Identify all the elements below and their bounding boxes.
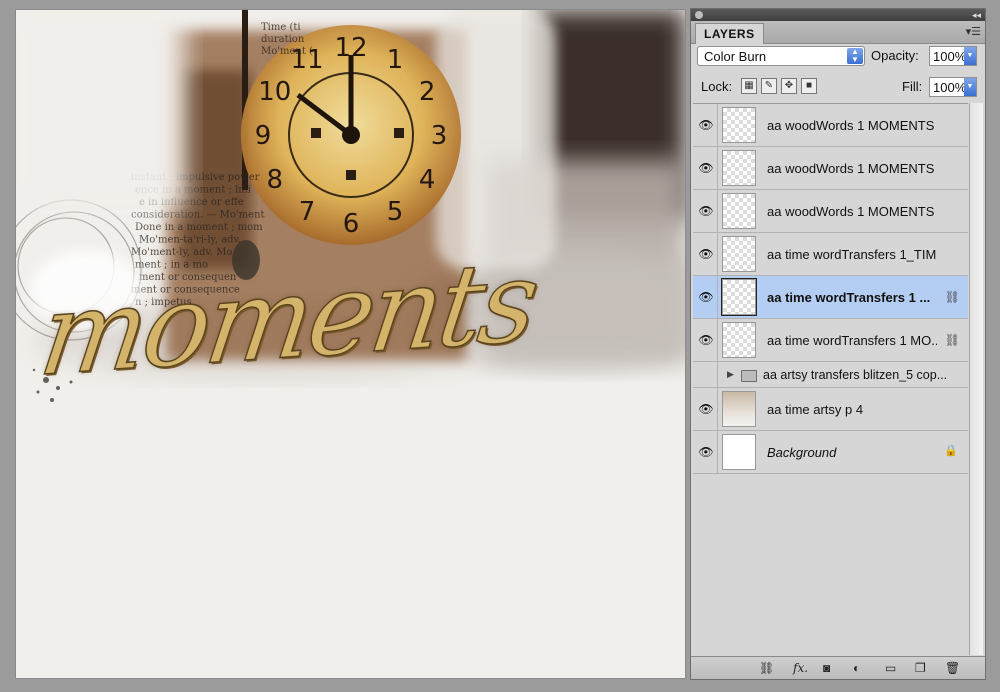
eye-icon[interactable]: 👁 (695, 276, 718, 318)
eye-icon[interactable]: 👁 (695, 147, 718, 189)
lock-icon: 🔒 (944, 445, 958, 457)
eye-icon[interactable]: 👁 (695, 104, 718, 146)
dictionary-line: consideration. — Mo'ment (131, 210, 265, 221)
blend-mode-value: Color Burn (704, 49, 767, 64)
dictionary-line: duration (261, 34, 305, 45)
link-layers-icon[interactable]: ⛓ (759, 660, 774, 676)
layers-panel[interactable]: ◂◂ LAYERS ▾☰ Color Burn ▲ ▼ Opacity: 100%… (690, 8, 986, 680)
layer-thumbnail[interactable] (722, 322, 756, 358)
layer-name[interactable]: Background (767, 431, 937, 474)
link-icon: ⛓ (944, 333, 960, 347)
fx-icon[interactable]: fx. (793, 660, 808, 676)
group-name[interactable]: aa artsy transfers blitzen_5 cop... (763, 362, 973, 388)
clock-numeral: 2 (419, 77, 436, 107)
eye-icon[interactable]: 👁 (695, 319, 718, 361)
select-arrows-icon: ▲ ▼ (847, 48, 863, 64)
expand-triangle-icon[interactable]: ▶ (727, 369, 734, 380)
blend-mode-select[interactable]: Color Burn ▲ ▼ (697, 46, 865, 66)
layer-group-row[interactable]: ▶ aa artsy transfers blitzen_5 cop... (693, 362, 968, 388)
new-layer-icon[interactable]: ❐ (915, 660, 926, 676)
opacity-label: Opacity: (871, 48, 919, 63)
layer-thumbnail[interactable] (722, 193, 756, 229)
layer-thumbnail[interactable] (722, 236, 756, 272)
fill-input[interactable]: 100% ▼ (929, 77, 977, 97)
layer-row-background[interactable]: 👁 Background 🔒 (693, 431, 968, 474)
layer-thumbnail[interactable] (722, 391, 756, 427)
clock-numeral: 9 (255, 121, 272, 151)
document-canvas[interactable]: 12 1 2 3 4 5 6 7 8 9 10 11 Time (ti duration Mo'ment … (16, 10, 685, 678)
layer-thumbnail[interactable] (722, 150, 756, 186)
fill-dropdown-icon[interactable]: ▼ (964, 78, 976, 96)
layer-name[interactable]: aa time wordTransfers 1_TIME (767, 233, 937, 276)
clock-numeral: 7 (299, 197, 316, 227)
dictionary-line: Mo'men-ta'ri-ly, adv. (139, 235, 241, 246)
lock-position-icon[interactable]: ✥ (781, 78, 797, 94)
layer-name[interactable]: aa woodWords 1 MOMENTS (767, 190, 937, 233)
clock-numeral: 12 (334, 33, 367, 63)
clock-numeral: 4 (419, 165, 436, 195)
collapse-icon[interactable]: ◂◂ (972, 9, 981, 21)
clock-numeral: 1 (387, 45, 404, 75)
layer-row[interactable]: 👁 aa time wordTransfers 1_TIME (693, 233, 968, 276)
eye-icon[interactable]: 👁 (695, 431, 718, 473)
lock-transparent-pixels-icon[interactable]: ▦ (741, 78, 757, 94)
link-icon: ⛓ (944, 290, 960, 304)
mask-icon[interactable]: ◙ (823, 660, 830, 676)
folder-icon (741, 370, 757, 382)
panel-bottom-bar: ⛓ fx. ◙ ◐ ▭ ❐ 🗑 (691, 656, 985, 679)
lock-row: Lock: ▦ ✎ ✥ ■ Fill: 100% ▼ (697, 76, 979, 98)
layer-row[interactable]: 👁 aa woodWords 1 MOMENTS copy (693, 104, 968, 147)
visibility-toggle-empty[interactable] (695, 362, 718, 387)
layer-thumbnail[interactable] (721, 278, 757, 316)
layer-row-selected[interactable]: 👁 aa time wordTransfers 1 ... ⛓ (693, 276, 968, 319)
dictionary-line: Mo'ment-ly, adv. Mo (131, 247, 233, 258)
layer-name[interactable]: aa woodWords 1 MOMENTS copy (767, 104, 937, 147)
opacity-dropdown-icon[interactable]: ▼ (964, 47, 976, 65)
dictionary-line: Mo'ment ( (261, 46, 313, 57)
layer-name[interactable]: aa woodWords 1 MOMENTS (767, 147, 937, 190)
layers-list[interactable]: 👁 aa woodWords 1 MOMENTS copy 👁 aa woodW… (693, 103, 968, 656)
panel-menu-icon[interactable]: ▾☰ (966, 25, 981, 38)
eye-icon[interactable]: 👁 (695, 233, 718, 275)
opacity-input[interactable]: 100% ▼ (929, 46, 977, 66)
layer-name[interactable]: aa time wordTransfers 1 ... (767, 276, 937, 319)
eye-icon[interactable]: 👁 (695, 190, 718, 232)
clock-numeral: 8 (267, 165, 284, 195)
lock-all-icon[interactable]: ■ (801, 78, 817, 94)
blend-row: Color Burn ▲ ▼ Opacity: 100% ▼ (697, 46, 979, 68)
layer-row[interactable]: 👁 aa woodWords 1 MOMENTS (693, 147, 968, 190)
clock-numeral: 10 (258, 77, 291, 107)
lock-image-pixels-icon[interactable]: ✎ (761, 78, 777, 94)
layer-thumbnail[interactable] (722, 107, 756, 143)
dictionary-line: Time (ti (261, 22, 301, 33)
panel-tab-row: LAYERS ▾☰ (691, 21, 985, 44)
moments-title-word: moments (32, 235, 544, 402)
layer-thumbnail[interactable] (722, 434, 756, 470)
lock-label: Lock: (701, 79, 733, 94)
layer-row[interactable]: 👁 aa time artsy p 4 (693, 388, 968, 431)
layer-name[interactable]: aa time wordTransfers 1 MO... (767, 319, 937, 362)
layers-scrollbar[interactable] (969, 103, 983, 655)
trash-icon[interactable]: 🗑 (945, 660, 960, 676)
panel-close-button[interactable] (695, 11, 703, 19)
adjustment-icon[interactable]: ◐ (853, 660, 860, 676)
clock-numeral: 3 (431, 121, 448, 151)
clock-numeral: 5 (387, 197, 404, 227)
panel-titlebar[interactable]: ◂◂ (691, 9, 985, 21)
fill-label: Fill: (902, 79, 923, 94)
tab-layers[interactable]: LAYERS (695, 23, 764, 44)
layer-row[interactable]: 👁 aa woodWords 1 MOMENTS (693, 190, 968, 233)
new-group-icon[interactable]: ▭ (885, 660, 896, 676)
clock-numeral: 6 (343, 209, 360, 239)
dictionary-line: Done in a moment ; mom (135, 222, 263, 233)
layer-row[interactable]: 👁 aa time wordTransfers 1 MO... ⛓ (693, 319, 968, 362)
layer-name[interactable]: aa time artsy p 4 (767, 388, 937, 431)
opacity-value: 100% (933, 49, 967, 64)
fill-value: 100% (933, 80, 967, 95)
eye-icon[interactable]: 👁 (695, 388, 718, 430)
